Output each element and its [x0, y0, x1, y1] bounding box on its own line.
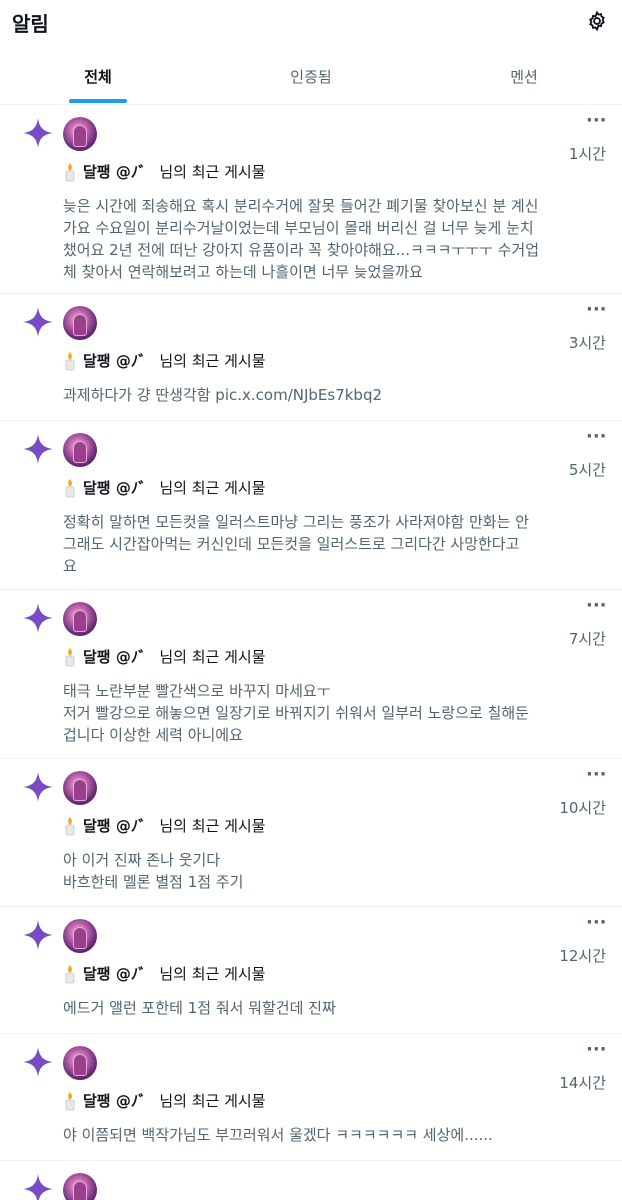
avatar[interactable]	[63, 117, 97, 151]
tab-all[interactable]: 전체	[0, 52, 196, 104]
candle-icon	[63, 351, 77, 371]
sparkle-icon	[22, 433, 54, 465]
tab-verified[interactable]: 인증됨	[196, 52, 426, 104]
author-name[interactable]: 달팽 @ﾉ゛	[83, 477, 153, 498]
more-options-icon[interactable]: ···	[586, 1041, 607, 1059]
candle-icon	[63, 816, 77, 836]
more-options-icon[interactable]: ···	[586, 428, 607, 446]
author-line: 달팽 @ﾉ゛ 님의 최근 게시물	[63, 963, 265, 984]
candle-icon	[63, 647, 77, 667]
sparkle-icon	[22, 602, 54, 634]
avatar[interactable]	[63, 602, 97, 636]
candle-icon	[63, 162, 77, 182]
notification-item[interactable]	[0, 1161, 622, 1200]
tab-label: 전체	[84, 68, 112, 86]
candle-icon	[63, 1091, 77, 1111]
timestamp: 14시간	[559, 1074, 606, 1092]
timestamp: 5시간	[568, 461, 606, 479]
post-text[interactable]: 과제하다가 걍 딴생각함 pic.x.com/NJbEs7kbq2	[63, 384, 573, 406]
sparkle-icon	[22, 1173, 54, 1200]
candle-icon	[63, 478, 77, 498]
author-name[interactable]: 달팽 @ﾉ゛	[83, 1090, 153, 1111]
candle-icon	[63, 964, 77, 984]
page-title: 알림	[12, 12, 49, 36]
post-text[interactable]: 아 이거 진짜 존나 웃기다 바흐한테 멜론 별점 1점 주기	[63, 849, 573, 893]
author-suffix: 님의 최근 게시물	[159, 817, 266, 835]
avatar[interactable]	[63, 1173, 97, 1200]
author-name[interactable]: 달팽 @ﾉ゛	[83, 646, 153, 667]
avatar[interactable]	[63, 771, 97, 805]
notification-item[interactable]: ··· 3시간달팽 @ﾉ゛ 님의 최근 게시물과제하다가 걍 딴생각함 pic.x.…	[0, 294, 622, 421]
author-suffix: 님의 최근 게시물	[159, 1092, 266, 1110]
post-text[interactable]: 야 이쯤되면 백작가님도 부끄러워서 울겠다 ㅋㅋㅋㅋㅋㅋ 세상에......	[63, 1124, 573, 1146]
author-suffix: 님의 최근 게시물	[159, 648, 266, 666]
tab-mentions[interactable]: 멘션	[426, 52, 622, 104]
sparkle-icon	[22, 117, 54, 149]
timestamp: 1시간	[568, 145, 606, 163]
post-text[interactable]: 태극 노란부분 빨간색으로 바꾸지 마세요ㅜ 저거 빨강으로 해놓으면 일장기로…	[63, 680, 573, 746]
gear-icon[interactable]	[584, 8, 610, 34]
author-name[interactable]: 달팽 @ﾉ゛	[83, 350, 153, 371]
timestamp: 7시간	[568, 630, 606, 648]
notification-item[interactable]: ··· 12시간달팽 @ﾉ゛ 님의 최근 게시물에드거 앨런 포한테 1점 줘서 뭐…	[0, 907, 622, 1034]
timestamp: 12시간	[559, 947, 606, 965]
author-suffix: 님의 최근 게시물	[159, 163, 266, 181]
post-text[interactable]: 늦은 시간에 죄송해요 혹시 분리수거에 잘못 들어간 폐기물 찾아보신 분 계…	[63, 195, 573, 283]
avatar[interactable]	[63, 1046, 97, 1080]
avatar[interactable]	[63, 919, 97, 953]
more-options-icon[interactable]: ···	[586, 914, 607, 932]
timestamp: 10시간	[559, 799, 606, 817]
more-options-icon[interactable]: ···	[586, 597, 607, 615]
more-options-icon[interactable]: ···	[586, 301, 607, 319]
post-text[interactable]: 에드거 앨런 포한테 1점 줘서 뭐할건데 진짜	[63, 997, 573, 1019]
post-text[interactable]: 정확히 말하면 모든컷을 일러스트마냥 그리는 풍조가 사라져야함 만화는 안 …	[63, 511, 573, 577]
notification-feed: ··· 1시간 달팽 @ﾉ゛ 님의 최근 게시물 늦은 시간에 죄송해요 혹시 분리수거…	[0, 105, 622, 1200]
author-name[interactable]: 달팽 @ﾉ゛	[83, 161, 153, 182]
author-line: 달팽 @ﾉ゛ 님의 최근 게시물	[63, 1090, 265, 1111]
more-options-icon[interactable]: ···	[586, 112, 607, 130]
notification-item[interactable]: ··· 5시간달팽 @ﾉ゛ 님의 최근 게시물정확히 말하면 모든컷을 일러스트마냥…	[0, 421, 622, 590]
notification-item[interactable]: ··· 7시간달팽 @ﾉ゛ 님의 최근 게시물태극 노란부분 빨간색으로 바꾸지 마…	[0, 590, 622, 759]
tab-label: 인증됨	[290, 68, 332, 86]
notification-item[interactable]: ··· 14시간달팽 @ﾉ゛ 님의 최근 게시물야 이쯤되면 백작가님도 부끄러워서…	[0, 1034, 622, 1161]
author-suffix: 님의 최근 게시물	[159, 352, 266, 370]
active-tab-indicator	[69, 99, 127, 103]
sparkle-icon	[22, 1046, 54, 1078]
tab-bar: 전체 인증됨 멘션	[0, 52, 622, 105]
notification-item[interactable]: ··· 1시간달팽 @ﾉ゛ 님의 최근 게시물늦은 시간에 죄송해요 혹시 분리수거…	[0, 105, 622, 294]
sparkle-icon	[22, 771, 54, 803]
tab-label: 멘션	[510, 68, 538, 86]
author-suffix: 님의 최근 게시물	[159, 965, 266, 983]
notification-item[interactable]: ··· 10시간달팽 @ﾉ゛ 님의 최근 게시물아 이거 진짜 존나 웃기다 바흐한…	[0, 759, 622, 907]
sparkle-icon	[22, 919, 54, 951]
author-name[interactable]: 달팽 @ﾉ゛	[83, 963, 153, 984]
more-options-icon[interactable]: ···	[586, 766, 607, 784]
author-line: 달팽 @ﾉ゛ 님의 최근 게시물	[63, 161, 265, 182]
author-line: 달팽 @ﾉ゛ 님의 최근 게시물	[63, 646, 265, 667]
author-suffix: 님의 최근 게시물	[159, 479, 266, 497]
timestamp: 3시간	[568, 334, 606, 352]
author-name[interactable]: 달팽 @ﾉ゛	[83, 815, 153, 836]
header: 알림	[0, 0, 622, 48]
author-line: 달팽 @ﾉ゛ 님의 최근 게시물	[63, 350, 265, 371]
avatar[interactable]	[63, 433, 97, 467]
author-line: 달팽 @ﾉ゛ 님의 최근 게시물	[63, 815, 265, 836]
sparkle-icon	[22, 306, 54, 338]
author-line: 달팽 @ﾉ゛ 님의 최근 게시물	[63, 477, 265, 498]
avatar[interactable]	[63, 306, 97, 340]
